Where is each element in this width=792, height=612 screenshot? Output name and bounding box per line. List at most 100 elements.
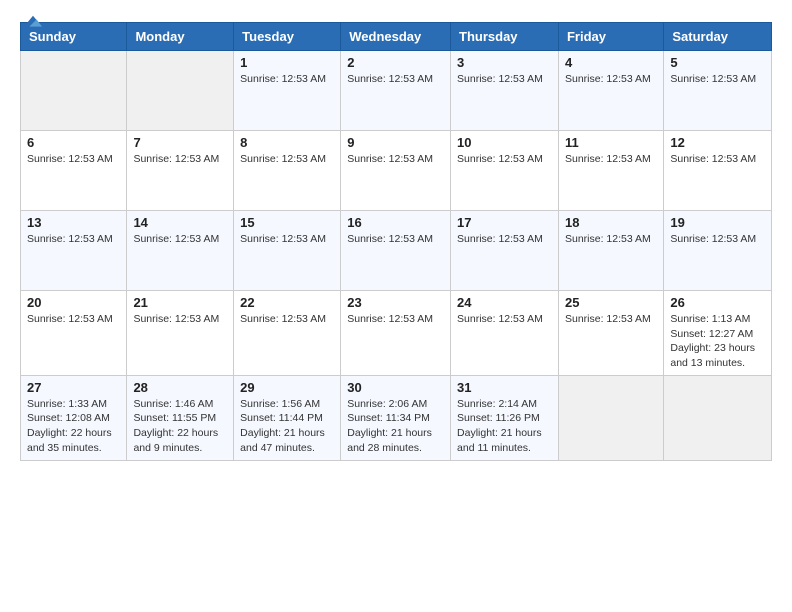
calendar-week-row: 27 Sunrise: 1:33 AM Sunset: 12:08 AM Dayl…: [21, 375, 772, 460]
day-info: Sunrise: 12:53 AM: [565, 312, 657, 327]
day-info: Sunrise: 12:53 AM: [27, 152, 120, 167]
logo-icon: [24, 14, 42, 32]
day-info: Sunrise: 12:53 AM: [27, 232, 120, 247]
day-number: 20: [27, 295, 120, 310]
calendar-cell: 29 Sunrise: 1:56 AM Sunset: 11:44 PM Dayl…: [234, 375, 341, 460]
calendar-week-row: 13Sunrise: 12:53 AM14Sunrise: 12:53 AM15…: [21, 211, 772, 291]
calendar-cell: 9 Sunrise: 12:53 AM: [341, 131, 451, 211]
calendar-cell: 26 Sunrise: 1:13 AM Sunset: 12:27 AM Dayl…: [664, 291, 772, 376]
day-number: 16: [347, 215, 444, 230]
day-number: 9: [347, 135, 444, 150]
calendar-cell: 10 Sunrise: 12:53 AM: [451, 131, 559, 211]
day-info: Sunrise: 12:53 AM: [670, 232, 765, 247]
day-number: 21: [133, 295, 227, 310]
day-number: 3: [457, 55, 552, 70]
day-info: Sunrise: 2:14 AM Sunset: 11:26 PM Daylig…: [457, 397, 552, 456]
calendar-cell: 14Sunrise: 12:53 AM: [127, 211, 234, 291]
day-number: 1: [240, 55, 334, 70]
day-number: 11: [565, 135, 657, 150]
calendar-cell: 18 Sunrise: 12:53 AM: [558, 211, 663, 291]
calendar-cell: 5Sunrise: 12:53 AM: [664, 51, 772, 131]
calendar-cell: 8Sunrise: 12:53 AM: [234, 131, 341, 211]
day-info: Sunrise: 12:53 AM: [133, 312, 227, 327]
column-header-wednesday: Wednesday: [341, 23, 451, 51]
day-info: Sunrise: 12:53 AM: [27, 312, 120, 327]
column-header-friday: Friday: [558, 23, 663, 51]
calendar-cell: 13 Sunrise: 12:53 AM: [21, 211, 127, 291]
calendar-cell: 27 Sunrise: 1:33 AM Sunset: 12:08 AM Dayl…: [21, 375, 127, 460]
calendar-cell: 12 Sunrise: 12:53 AM: [664, 131, 772, 211]
day-info: Sunrise: 12:53 AM: [347, 232, 444, 247]
day-info: Sunrise: 12:53 AM: [347, 312, 444, 327]
calendar-cell: 7 Sunrise: 12:53 AM: [127, 131, 234, 211]
calendar-cell: 20 Sunrise: 12:53 AM: [21, 291, 127, 376]
day-info: Sunrise: 12:53 AM: [347, 152, 444, 167]
day-info: Sunrise: 1:13 AM Sunset: 12:27 AM Daylig…: [670, 312, 765, 371]
calendar-table: SundayMondayTuesdayWednesdayThursdayFrid…: [20, 22, 772, 461]
day-number: 15: [240, 215, 334, 230]
calendar-cell: 30Sunrise: 2:06 AM Sunset: 11:34 PM Dayl…: [341, 375, 451, 460]
calendar-header: SundayMondayTuesdayWednesdayThursdayFrid…: [21, 23, 772, 51]
calendar-cell: [664, 375, 772, 460]
day-info: Sunrise: 12:53 AM: [240, 72, 334, 87]
day-info: Sunrise: 12:53 AM: [457, 232, 552, 247]
calendar-cell: 28 Sunrise: 1:46 AM Sunset: 11:55 PM Dayl…: [127, 375, 234, 460]
calendar-cell: 17Sunrise: 12:53 AM: [451, 211, 559, 291]
calendar-cell: 24Sunrise: 12:53 AM: [451, 291, 559, 376]
calendar-week-row: 20Sunrise: 12:53 AM21Sunrise: 12:53 AM22…: [21, 291, 772, 376]
day-info: Sunrise: 1:33 AM Sunset: 12:08 AM Daylig…: [27, 397, 120, 456]
day-number: 12: [670, 135, 765, 150]
day-number: 25: [565, 295, 657, 310]
day-number: 7: [133, 135, 227, 150]
day-number: 8: [240, 135, 334, 150]
day-info: Sunrise: 12:53 AM: [670, 152, 765, 167]
day-info: Sunrise: 1:46 AM Sunset: 11:55 PM Daylig…: [133, 397, 227, 456]
day-number: 27: [27, 380, 120, 395]
calendar-cell: [127, 51, 234, 131]
day-number: 4: [565, 55, 657, 70]
day-number: 19: [670, 215, 765, 230]
day-header-row: SundayMondayTuesdayWednesdayThursdayFrid…: [21, 23, 772, 51]
day-info: Sunrise: 12:53 AM: [565, 232, 657, 247]
day-number: 31: [457, 380, 552, 395]
day-info: Sunrise: 12:53 AM: [565, 72, 657, 87]
calendar-week-row: 6Sunrise: 12:53 AM7Sunrise: 12:53 AM8Sun…: [21, 131, 772, 211]
calendar-cell: [21, 51, 127, 131]
day-number: 24: [457, 295, 552, 310]
calendar-week-row: 1Sunrise: 12:53 AM2Sunrise: 12:53 AM3Sun…: [21, 51, 772, 131]
day-info: Sunrise: 1:56 AM Sunset: 11:44 PM Daylig…: [240, 397, 334, 456]
calendar-cell: 19 Sunrise: 12:53 AM: [664, 211, 772, 291]
day-number: 2: [347, 55, 444, 70]
column-header-monday: Monday: [127, 23, 234, 51]
day-number: 30: [347, 380, 444, 395]
day-info: Sunrise: 12:53 AM: [565, 152, 657, 167]
column-header-saturday: Saturday: [664, 23, 772, 51]
day-number: 18: [565, 215, 657, 230]
day-number: 29: [240, 380, 334, 395]
calendar-cell: 2Sunrise: 12:53 AM: [341, 51, 451, 131]
day-info: Sunrise: 12:53 AM: [240, 232, 334, 247]
calendar-cell: 16 Sunrise: 12:53 AM: [341, 211, 451, 291]
day-number: 23: [347, 295, 444, 310]
day-number: 6: [27, 135, 120, 150]
day-number: 26: [670, 295, 765, 310]
calendar-cell: [558, 375, 663, 460]
column-header-thursday: Thursday: [451, 23, 559, 51]
day-number: 14: [133, 215, 227, 230]
day-info: Sunrise: 12:53 AM: [457, 72, 552, 87]
day-info: Sunrise: 12:53 AM: [457, 152, 552, 167]
calendar-cell: 1 Sunrise: 12:53 AM: [234, 51, 341, 131]
day-info: Sunrise: 12:53 AM: [240, 312, 334, 327]
day-info: Sunrise: 12:53 AM: [670, 72, 765, 87]
calendar-cell: 6 Sunrise: 12:53 AM: [21, 131, 127, 211]
calendar-body: 1Sunrise: 12:53 AM2Sunrise: 12:53 AM3Sun…: [21, 51, 772, 461]
day-number: 13: [27, 215, 120, 230]
day-info: Sunrise: 12:53 AM: [133, 152, 227, 167]
day-number: 10: [457, 135, 552, 150]
day-number: 22: [240, 295, 334, 310]
calendar-cell: 22 Sunrise: 12:53 AM: [234, 291, 341, 376]
calendar-cell: 23 Sunrise: 12:53 AM: [341, 291, 451, 376]
calendar-cell: 4 Sunrise: 12:53 AM: [558, 51, 663, 131]
calendar-cell: 21 Sunrise: 12:53 AM: [127, 291, 234, 376]
day-number: 28: [133, 380, 227, 395]
